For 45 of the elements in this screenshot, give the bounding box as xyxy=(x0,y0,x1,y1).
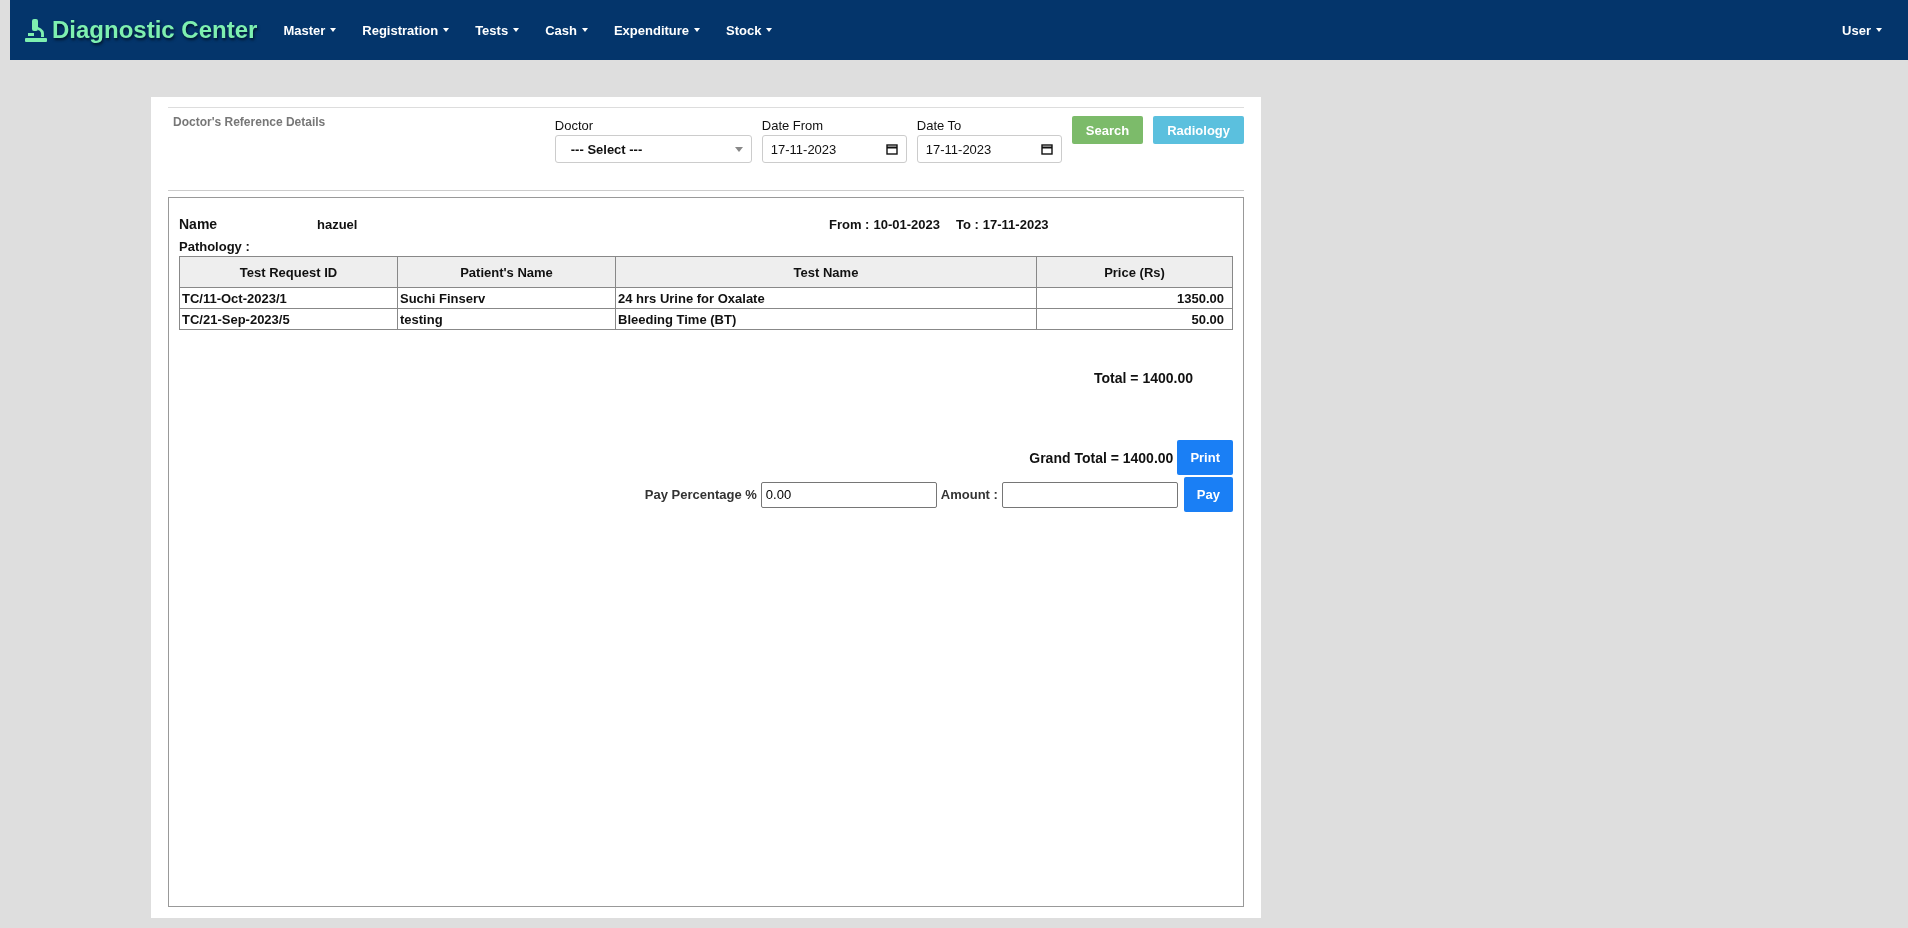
to-label: To : xyxy=(955,216,979,232)
date-field[interactable]: 17-11-2023 xyxy=(761,135,907,163)
nav-menu-item[interactable]: Master xyxy=(283,22,337,38)
column-header: Test Name xyxy=(615,256,1037,288)
from-label: From : xyxy=(829,216,870,232)
table-cell: Suchi Finserv xyxy=(397,287,616,309)
table-cell: TC/21-Sep-2023/5 xyxy=(179,308,398,330)
nav-menu-item[interactable]: Stock xyxy=(726,22,773,38)
field-label: Doctor xyxy=(554,117,595,133)
brand-title[interactable]: Diagnostic Center xyxy=(52,16,258,44)
date-field[interactable]: 17-11-2023 xyxy=(916,135,1062,163)
nav-menu-item[interactable]: Tests xyxy=(475,22,520,38)
table-cell: Bleeding Time (BT) xyxy=(615,308,1037,330)
column-header: Patient's Name xyxy=(397,256,616,288)
amount-input[interactable] xyxy=(1001,481,1178,508)
doctor-select[interactable]: --- Select --- xyxy=(554,135,752,163)
table-cell: 24 hrs Urine for Oxalate xyxy=(615,287,1037,309)
field-label: Date From xyxy=(761,117,825,133)
column-header: Price (Rs) xyxy=(1036,256,1233,288)
calendar-icon xyxy=(1040,143,1053,155)
nav-menu-item[interactable]: Registration xyxy=(362,22,450,38)
doctor-name: hazuel xyxy=(317,216,359,232)
grand-total-text: Grand Total = 1400.00 xyxy=(1029,449,1174,466)
table-cell: testing xyxy=(397,308,616,330)
nav-menu-item[interactable]: Cash xyxy=(545,22,588,38)
name-label: Name xyxy=(179,216,219,232)
pay-button[interactable]: Pay xyxy=(1183,477,1233,512)
field-label: Amount : xyxy=(940,487,998,502)
table-cell: 50.00 xyxy=(1036,308,1233,330)
table-cell: TC/11-Oct-2023/1 xyxy=(179,287,398,309)
microscope-icon xyxy=(24,17,48,43)
section-label: Pathology : xyxy=(179,239,251,254)
from-date: 10-01-2023 xyxy=(873,216,940,232)
field-label: Date To xyxy=(916,117,963,133)
field-label: Pay Percentage % xyxy=(644,487,757,502)
to-date: 17-11-2023 xyxy=(982,216,1049,232)
column-header: Test Request ID xyxy=(179,256,398,288)
section-title: Doctor's Reference Details xyxy=(172,114,327,131)
table-cell: 1350.00 xyxy=(1036,287,1233,309)
total-text: Total = 1400.00 xyxy=(1094,370,1193,386)
pay-percentage-input[interactable]: 0.00 xyxy=(760,481,937,508)
print-button[interactable]: Print xyxy=(1177,440,1233,475)
user-menu[interactable]: User xyxy=(1842,22,1882,38)
calendar-icon xyxy=(885,143,898,155)
nav-menu-item[interactable]: Expenditure xyxy=(613,22,701,38)
